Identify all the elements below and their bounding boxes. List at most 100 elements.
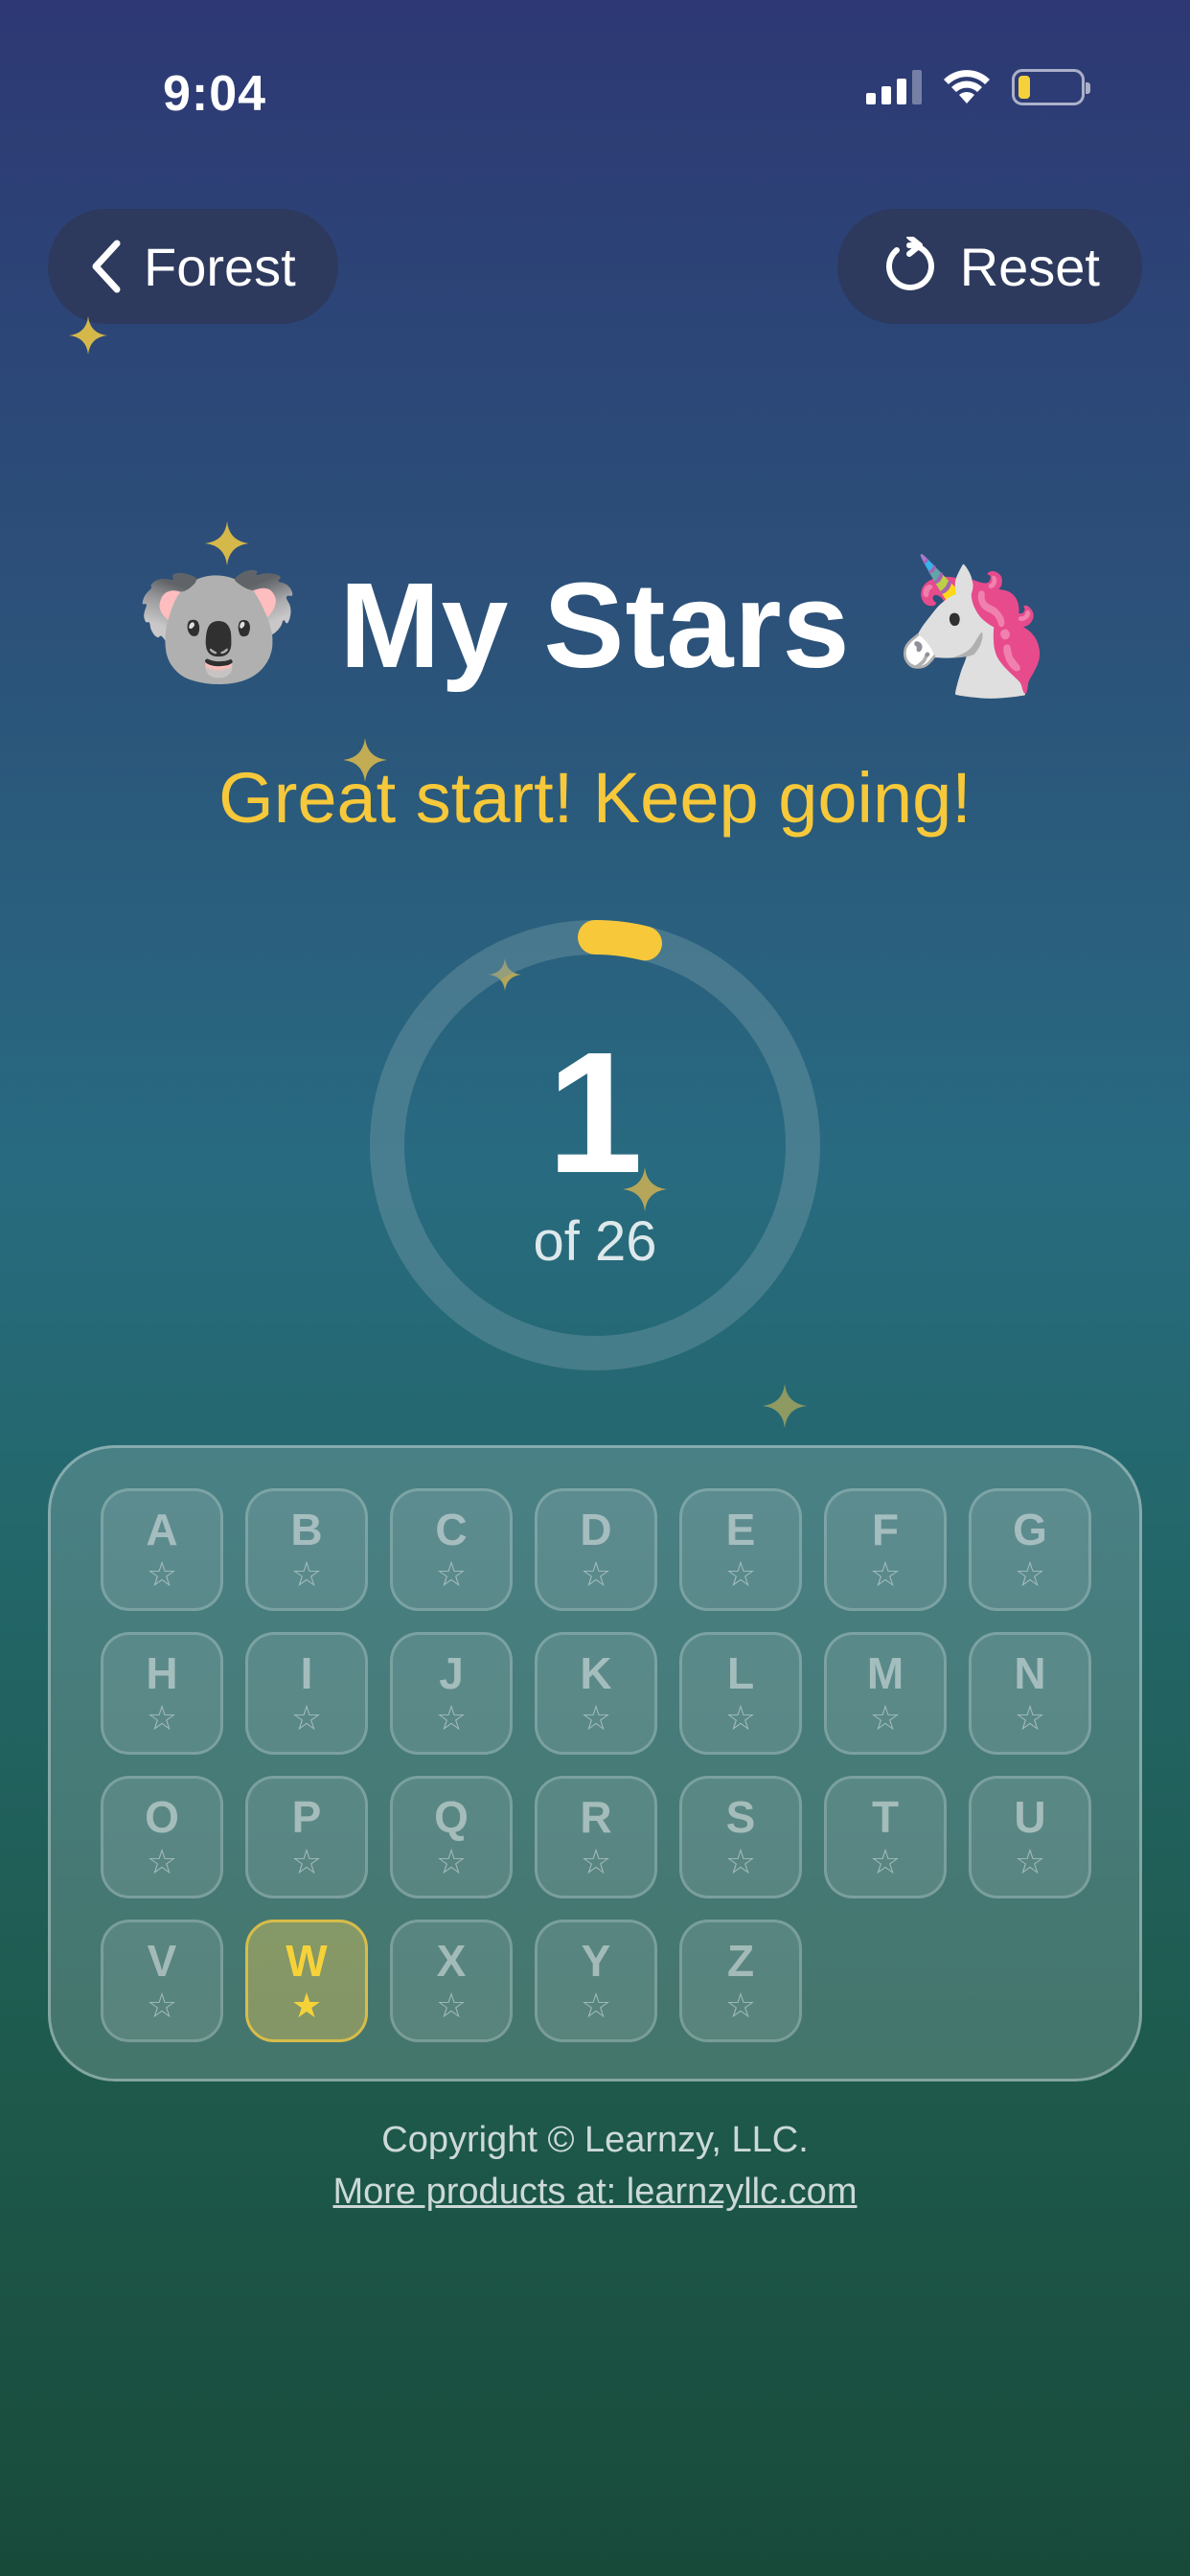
letter-label: D [580, 1505, 612, 1554]
letter-tile-b[interactable]: B ☆ [245, 1488, 368, 1611]
letter-tile-v[interactable]: V ☆ [101, 1920, 223, 2042]
more-products-link[interactable]: More products at: learnzyllc.com [333, 2172, 858, 2212]
star-outline-icon: ☆ [1014, 1698, 1046, 1737]
star-outline-icon: ☆ [290, 1554, 323, 1594]
cellular-signal-icon [866, 70, 922, 104]
letter-label: C [435, 1505, 468, 1554]
star-outline-icon: ☆ [1014, 1842, 1046, 1881]
letter-label: E [725, 1505, 756, 1554]
footer: Copyright © Learnzy, LLC. More products … [0, 2120, 1190, 2223]
letter-label: F [871, 1505, 900, 1554]
reset-icon [885, 237, 934, 290]
star-outline-icon: ☆ [580, 1842, 612, 1881]
letter-tile-a[interactable]: A ☆ [101, 1488, 223, 1611]
letter-label: H [146, 1648, 178, 1698]
letter-label: U [1014, 1792, 1046, 1842]
letter-tile-l[interactable]: L ☆ [679, 1632, 802, 1755]
letter-tile-h[interactable]: H ☆ [101, 1632, 223, 1755]
letter-tile-i[interactable]: I ☆ [245, 1632, 368, 1755]
chevron-left-icon [92, 240, 121, 293]
letter-tile-s[interactable]: S ☆ [679, 1776, 802, 1898]
star-outline-icon: ☆ [435, 1842, 468, 1881]
star-filled-icon: ★ [290, 1986, 323, 2025]
letter-tile-n[interactable]: N ☆ [969, 1632, 1091, 1755]
status-time: 9:04 [163, 66, 267, 122]
letter-tile-w[interactable]: W ★ [245, 1920, 368, 2042]
letter-tile-y[interactable]: Y ☆ [535, 1920, 657, 2042]
letter-tile-u[interactable]: U ☆ [969, 1776, 1091, 1898]
letter-tile-p[interactable]: P ☆ [245, 1776, 368, 1898]
letter-label: S [725, 1792, 756, 1842]
sparkle-icon [69, 316, 107, 355]
status-icons [866, 69, 1090, 105]
letter-label: P [291, 1792, 322, 1842]
letter-label: N [1014, 1648, 1046, 1698]
letter-tile-k[interactable]: K ☆ [535, 1632, 657, 1755]
star-outline-icon: ☆ [724, 1842, 757, 1881]
copyright-text: Copyright © Learnzy, LLC. [381, 2120, 809, 2160]
star-outline-icon: ☆ [869, 1554, 902, 1594]
letter-tile-o[interactable]: O ☆ [101, 1776, 223, 1898]
letter-tile-d[interactable]: D ☆ [535, 1488, 657, 1611]
letter-label: Z [726, 1936, 755, 1986]
letter-tile-q[interactable]: Q ☆ [390, 1776, 513, 1898]
letter-tile-m[interactable]: M ☆ [824, 1632, 947, 1755]
letter-tile-r[interactable]: R ☆ [535, 1776, 657, 1898]
letter-tile-g[interactable]: G ☆ [969, 1488, 1091, 1611]
letter-label: J [439, 1648, 464, 1698]
letter-label: V [147, 1936, 177, 1986]
letter-label: X [436, 1936, 467, 1986]
letter-label: B [290, 1505, 323, 1554]
star-outline-icon: ☆ [435, 1554, 468, 1594]
letter-label: Q [434, 1792, 469, 1842]
letter-tile-e[interactable]: E ☆ [679, 1488, 802, 1611]
progress-ring: 1 of 26 [370, 920, 820, 1370]
wifi-icon [944, 70, 990, 104]
letter-label: M [866, 1648, 904, 1698]
back-button-label: Forest [144, 236, 296, 297]
star-outline-icon: ☆ [146, 1986, 178, 2025]
star-outline-icon: ☆ [724, 1554, 757, 1594]
star-outline-icon: ☆ [146, 1554, 178, 1594]
letter-label: W [286, 1936, 328, 1986]
star-outline-icon: ☆ [724, 1698, 757, 1737]
letter-label: T [871, 1792, 900, 1842]
star-outline-icon: ☆ [1014, 1554, 1046, 1594]
star-outline-icon: ☆ [435, 1698, 468, 1737]
letter-label: I [300, 1648, 313, 1698]
star-outline-icon: ☆ [580, 1698, 612, 1737]
letter-label: K [580, 1648, 612, 1698]
koala-emoji: 🐨 [134, 549, 302, 701]
letter-tile-x[interactable]: X ☆ [390, 1920, 513, 2042]
reset-button[interactable]: Reset [836, 209, 1142, 324]
sparkle-icon [763, 1384, 807, 1428]
stars-earned-count: 1 [546, 1016, 644, 1209]
back-button[interactable]: Forest [48, 209, 338, 324]
letter-tile-j[interactable]: J ☆ [390, 1632, 513, 1755]
letter-label: O [145, 1792, 179, 1842]
letter-tile-t[interactable]: T ☆ [824, 1776, 947, 1898]
page-header: 🐨 My Stars 🦄 [0, 556, 1190, 695]
letter-tile-c[interactable]: C ☆ [390, 1488, 513, 1611]
letters-grid: A ☆ B ☆ C ☆ D ☆ E ☆ F ☆ G ☆ H ☆ I ☆ J ☆ K ☆ L ☆ M ☆ N ☆ O ☆ P ☆ Q ☆ R ☆ S ☆ T ☆… [101, 1488, 1091, 2042]
star-outline-icon: ☆ [869, 1842, 902, 1881]
page-title: My Stars [339, 558, 851, 693]
letter-label: Y [581, 1936, 611, 1986]
encouragement-text: Great start! Keep going! [218, 758, 972, 838]
star-outline-icon: ☆ [146, 1842, 178, 1881]
letter-label: R [580, 1792, 612, 1842]
letter-label: A [146, 1505, 178, 1554]
unicorn-emoji: 🦄 [888, 549, 1056, 701]
letter-tile-f[interactable]: F ☆ [824, 1488, 947, 1611]
stars-total-label: of 26 [533, 1209, 657, 1273]
star-outline-icon: ☆ [580, 1986, 612, 2025]
letter-label: L [726, 1648, 755, 1698]
star-outline-icon: ☆ [290, 1698, 323, 1737]
star-outline-icon: ☆ [290, 1842, 323, 1881]
star-outline-icon: ☆ [435, 1986, 468, 2025]
star-outline-icon: ☆ [146, 1698, 178, 1737]
letter-tile-z[interactable]: Z ☆ [679, 1920, 802, 2042]
letters-panel: A ☆ B ☆ C ☆ D ☆ E ☆ F ☆ G ☆ H ☆ I ☆ J ☆ K ☆ L ☆ M ☆ N ☆ O ☆ P ☆ Q ☆ R ☆ S ☆ T ☆… [48, 1445, 1142, 2082]
letter-label: G [1013, 1505, 1047, 1554]
star-outline-icon: ☆ [724, 1986, 757, 2025]
